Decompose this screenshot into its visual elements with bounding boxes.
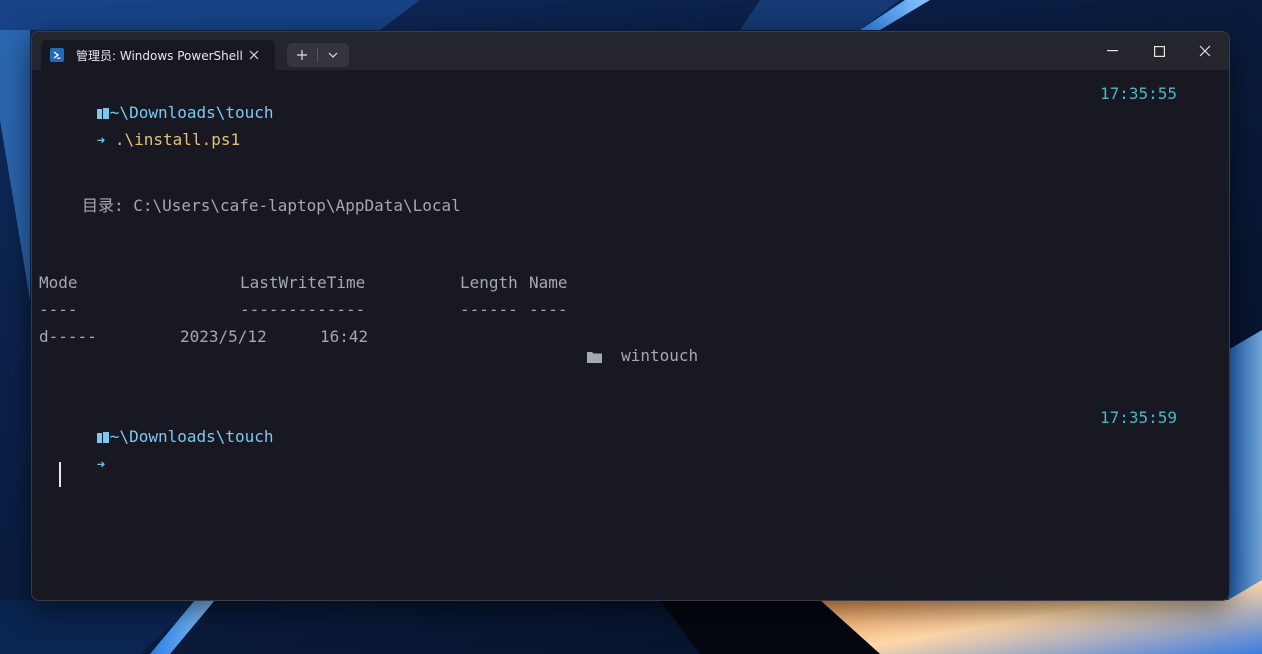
command-line-2[interactable]: ➜ [39, 435, 105, 492]
close-icon [1199, 45, 1211, 57]
underline-name: ---- [529, 300, 568, 319]
text-cursor [59, 462, 61, 487]
terminal-output[interactable]: ~\Downloads\touch 17:35:55 ➜ .\install.p… [32, 70, 1229, 600]
row-mode: d----- [39, 327, 97, 346]
underline-mode: ---- [39, 300, 78, 319]
close-button[interactable] [1182, 32, 1228, 70]
maximize-button[interactable] [1136, 32, 1182, 70]
new-tab-group [287, 43, 349, 67]
directory-line: 目录: C:\Users\cafe-laptop\AppData\Local [82, 196, 461, 215]
prompt-path: ~\Downloads\touch [109, 427, 274, 446]
tab-dropdown-button[interactable] [318, 43, 348, 67]
tab-close-icon[interactable] [247, 48, 261, 62]
row-time: 16:42 [320, 327, 369, 346]
command-line-1: ➜ .\install.ps1 [39, 111, 240, 168]
header-name: Name [529, 273, 568, 292]
header-mode: Mode [39, 273, 78, 292]
powershell-icon [50, 48, 64, 62]
row-date: 2023/5/12 [180, 327, 267, 346]
prompt-arrow: ➜ [96, 133, 106, 149]
chevron-down-icon [328, 52, 338, 58]
row-name-text: wintouch [621, 346, 699, 365]
terminal-window: 管理员: Windows PowerShell ~\Downloads\touc… [31, 31, 1230, 601]
header-length: Length [460, 273, 518, 292]
title-bar[interactable]: 管理员: Windows PowerShell [32, 32, 1229, 70]
header-lastwritetime: LastWriteTime [240, 273, 366, 292]
underline-length: ------ [460, 300, 518, 319]
minimize-button[interactable] [1089, 32, 1135, 70]
tab-title: 管理员: Windows PowerShell [76, 48, 243, 63]
row-name: wintouch [529, 327, 698, 384]
underline-lastwritetime: ------------- [240, 300, 366, 319]
plus-icon [297, 50, 307, 60]
prompt-time: 17:35:55 [1100, 84, 1178, 103]
command-text: .\install.ps1 [114, 130, 241, 149]
prompt-time: 17:35:59 [1100, 408, 1178, 427]
new-tab-button[interactable] [287, 43, 317, 67]
minimize-icon [1106, 50, 1118, 52]
folder-icon [586, 351, 602, 363]
prompt-arrow: ➜ [96, 457, 106, 473]
tab-powershell[interactable]: 管理员: Windows PowerShell [41, 40, 275, 70]
maximize-icon [1153, 45, 1165, 57]
